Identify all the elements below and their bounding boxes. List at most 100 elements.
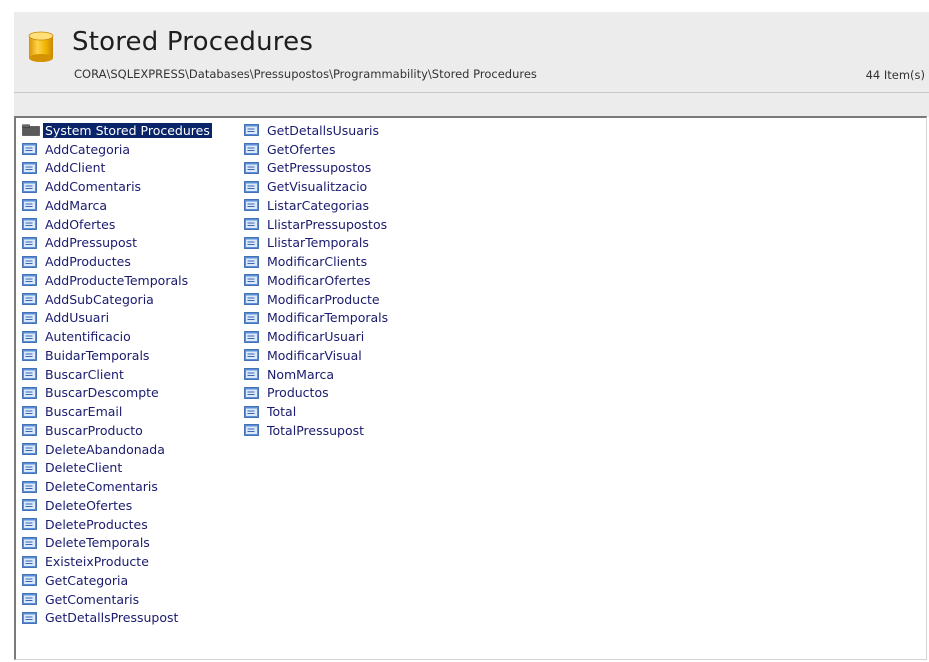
stored-procedure-icon <box>22 424 37 437</box>
list-item-label: ModificarVisual <box>267 347 362 363</box>
stored-procedure-icon <box>244 311 259 324</box>
list-item-productos[interactable]: Productos <box>244 384 390 403</box>
stored-procedure-icon <box>22 611 37 624</box>
list-item-label: AddMarca <box>45 197 108 213</box>
list-item-label: GetPressupostos <box>267 160 372 176</box>
header-spacer <box>14 93 929 117</box>
list-item-get-visualitzacio[interactable]: GetVisualitzacio <box>244 177 390 196</box>
list-item-system-stored-procedures[interactable]: System Stored Procedures <box>22 121 212 140</box>
list-item-add-producte-temporals[interactable]: AddProducteTemporals <box>22 271 212 290</box>
list-item-delete-comentaris[interactable]: DeleteComentaris <box>22 477 212 496</box>
breadcrumb-path: CORA\SQLEXPRESS\Databases\Pressupostos\P… <box>74 67 537 81</box>
list-item-add-productes[interactable]: AddProductes <box>22 252 212 271</box>
stored-procedure-icon <box>244 349 259 362</box>
summary-header: Stored Procedures CORA\SQLEXPRESS\Databa… <box>14 12 929 93</box>
list-item-add-usuari[interactable]: AddUsuari <box>22 309 212 328</box>
list-item-add-pressupost[interactable]: AddPressupost <box>22 234 212 253</box>
list-item-modificar-visual[interactable]: ModificarVisual <box>244 346 390 365</box>
stored-procedure-icon <box>22 555 37 568</box>
list-item-delete-productes[interactable]: DeleteProductes <box>22 515 212 534</box>
list-item-label: Total <box>267 404 297 420</box>
list-item-label: BuscarClient <box>45 366 124 382</box>
list-item-modificar-clients[interactable]: ModificarClients <box>244 252 390 271</box>
list-item-existeix-producte[interactable]: ExisteixProducte <box>22 552 212 571</box>
list-item-label: ModificarTemporals <box>267 310 389 326</box>
list-item-buscar-producto[interactable]: BuscarProducto <box>22 421 212 440</box>
list-item-label: BuscarDescompte <box>45 385 159 401</box>
stored-procedure-icon <box>244 255 259 268</box>
list-item-label: ExisteixProducte <box>45 554 149 570</box>
list-item-delete-client[interactable]: DeleteClient <box>22 459 212 478</box>
stored-procedure-icon <box>244 199 259 212</box>
summary-window: Stored Procedures CORA\SQLEXPRESS\Databa… <box>0 0 929 662</box>
list-item-get-ofertes[interactable]: GetOfertes <box>244 140 390 159</box>
list-item-label: ModificarProducte <box>267 291 380 307</box>
stored-procedure-icon <box>244 274 259 287</box>
list-item-label: ModificarUsuari <box>267 329 365 345</box>
list-item-autentificacio[interactable]: Autentificacio <box>22 327 212 346</box>
list-item-label: AddComentaris <box>45 179 142 195</box>
list-item-get-detalls-pressupost[interactable]: GetDetallsPressupost <box>22 609 212 628</box>
list-item-label: DeleteProductes <box>45 516 148 532</box>
list-item-label: DeleteOfertes <box>45 497 133 513</box>
list-item-delete-temporals[interactable]: DeleteTemporals <box>22 534 212 553</box>
list-item-label: AddProductes <box>45 254 131 270</box>
stored-procedure-icon <box>244 180 259 193</box>
list-item-total[interactable]: Total <box>244 402 390 421</box>
stored-procedure-icon <box>22 161 37 174</box>
list-item-label: ListarCategorias <box>267 197 369 213</box>
list-item-add-client[interactable]: AddClient <box>22 159 212 178</box>
list-item-get-categoria[interactable]: GetCategoria <box>22 571 212 590</box>
list-item-modificar-temporals[interactable]: ModificarTemporals <box>244 309 390 328</box>
list-item-label: LlistarPressupostos <box>267 216 388 232</box>
list-item-modificar-ofertes[interactable]: ModificarOfertes <box>244 271 390 290</box>
stored-procedure-icon <box>22 386 37 399</box>
stored-procedure-icon <box>244 218 259 231</box>
list-item-get-comentaris[interactable]: GetComentaris <box>22 590 212 609</box>
list-item-label: NomMarca <box>267 366 335 382</box>
list-item-label: AddPressupost <box>45 235 138 251</box>
list-item-llistar-temporals[interactable]: LlistarTemporals <box>244 234 390 253</box>
list-item-total-pressupost[interactable]: TotalPressupost <box>244 421 390 440</box>
list-item-buscar-client[interactable]: BuscarClient <box>22 365 212 384</box>
list-item-label: DeleteAbandonada <box>45 441 165 457</box>
list-item-listar-categorias[interactable]: ListarCategorias <box>244 196 390 215</box>
list-item-nom-marca[interactable]: NomMarca <box>244 365 390 384</box>
list-item-add-sub-categoria[interactable]: AddSubCategoria <box>22 290 212 309</box>
list-item-get-detalls-usuaris[interactable]: GetDetallsUsuaris <box>244 121 390 140</box>
list-item-label: TotalPressupost <box>267 422 365 438</box>
list-item-label: ModificarOfertes <box>267 272 371 288</box>
stored-procedure-icon <box>244 424 259 437</box>
database-cylinder-icon <box>28 31 54 62</box>
list-item-add-comentaris[interactable]: AddComentaris <box>22 177 212 196</box>
list-item-modificar-usuari[interactable]: ModificarUsuari <box>244 327 390 346</box>
list-item-modificar-producte[interactable]: ModificarProducte <box>244 290 390 309</box>
list-item-buidar-temporals[interactable]: BuidarTemporals <box>22 346 212 365</box>
list-item-label: DeleteTemporals <box>45 535 150 551</box>
list-item-get-pressupostos[interactable]: GetPressupostos <box>244 159 390 178</box>
list-item-buscar-descompte[interactable]: BuscarDescompte <box>22 384 212 403</box>
list-item-label: GetDetallsUsuaris <box>267 122 379 138</box>
stored-procedure-icon <box>22 405 37 418</box>
stored-procedure-icon <box>244 161 259 174</box>
list-item-label: AddOfertes <box>45 216 116 232</box>
stored-procedure-icon <box>22 143 37 156</box>
stored-procedure-icon <box>22 499 37 512</box>
stored-procedure-icon <box>22 311 37 324</box>
list-item-label: BuidarTemporals <box>45 347 150 363</box>
list-item-buscar-email[interactable]: BuscarEmail <box>22 402 212 421</box>
list-item-add-marca[interactable]: AddMarca <box>22 196 212 215</box>
stored-procedure-icon <box>244 405 259 418</box>
stored-procedure-icon <box>244 236 259 249</box>
stored-procedure-icon <box>22 593 37 606</box>
list-item-label: GetDetallsPressupost <box>45 610 179 626</box>
list-item-llistar-pressupostos[interactable]: LlistarPressupostos <box>244 215 390 234</box>
list-item-label: GetOfertes <box>267 141 336 157</box>
list-item-delete-abandonada[interactable]: DeleteAbandonada <box>22 440 212 459</box>
stored-procedures-list[interactable]: System Stored Procedures AddCategoria Add… <box>14 116 927 660</box>
stored-procedure-icon <box>22 349 37 362</box>
list-item-label: BuscarEmail <box>45 404 123 420</box>
list-item-add-categoria[interactable]: AddCategoria <box>22 140 212 159</box>
list-item-add-ofertes[interactable]: AddOfertes <box>22 215 212 234</box>
list-item-delete-ofertes[interactable]: DeleteOfertes <box>22 496 212 515</box>
